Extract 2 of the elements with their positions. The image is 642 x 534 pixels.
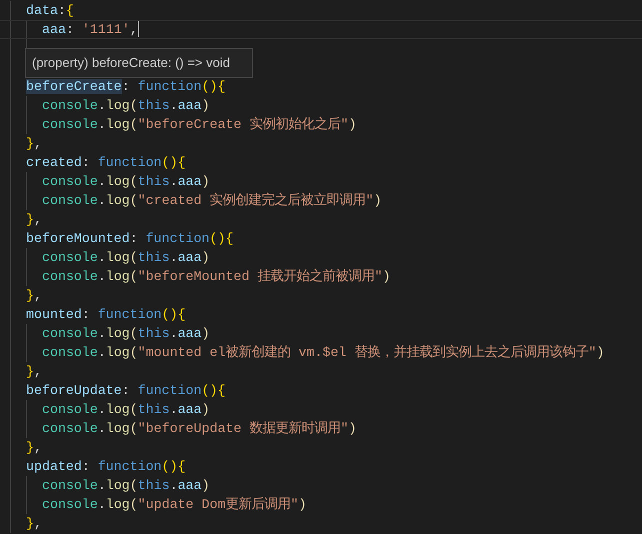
- text-cursor: [138, 21, 139, 38]
- hover-tooltip: (property) beforeCreate: () => void: [25, 48, 253, 78]
